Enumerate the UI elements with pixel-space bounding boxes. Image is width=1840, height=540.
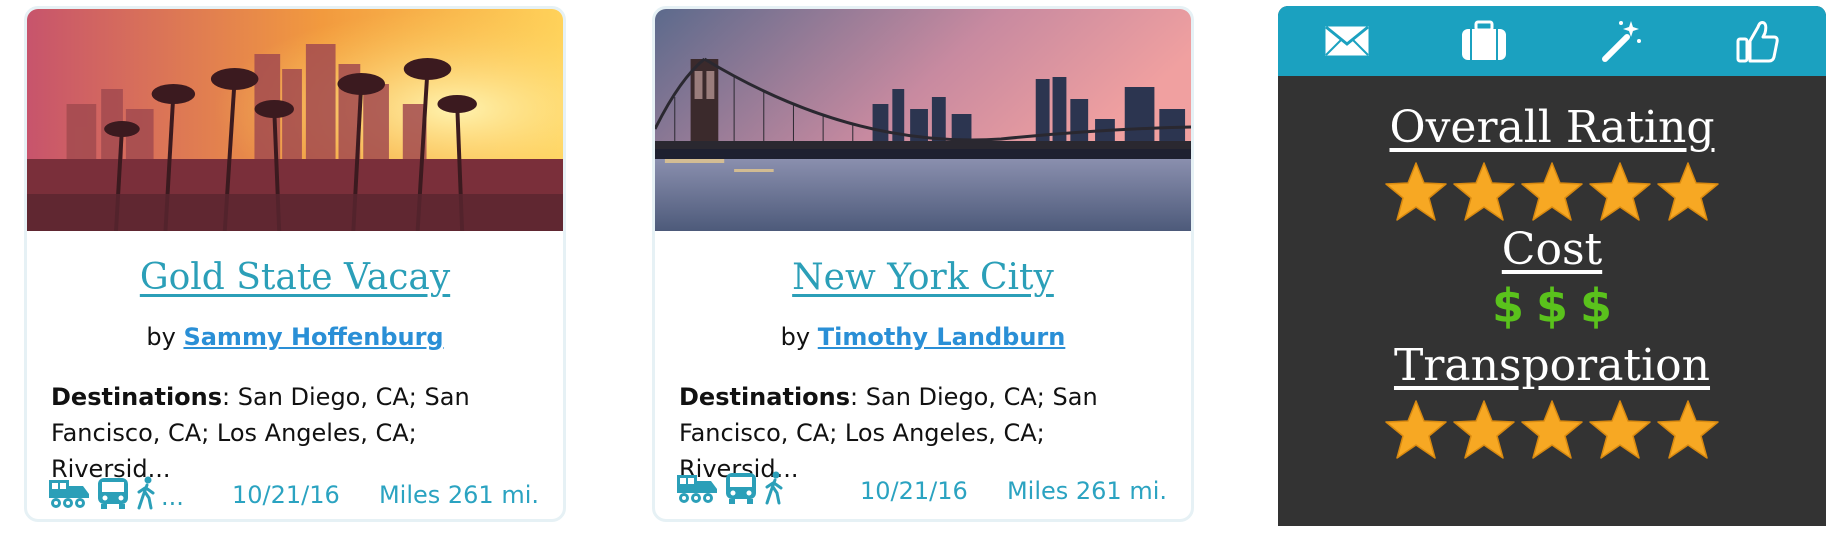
trip-footer: ... 10/21/16 Miles 261 mi. bbox=[47, 475, 543, 515]
dollar-icon: $ bbox=[1491, 279, 1524, 333]
walk-icon bbox=[763, 471, 787, 505]
star-icon bbox=[1587, 399, 1653, 465]
destinations-label: Destinations bbox=[51, 383, 223, 411]
overall-rating: Overall Rating bbox=[1278, 102, 1826, 227]
train-icon bbox=[47, 476, 91, 510]
trip-date: 10/21/16 bbox=[860, 477, 968, 505]
star-icon bbox=[1519, 161, 1585, 227]
trip-image-los-angeles[interactable] bbox=[27, 9, 563, 231]
author-link[interactable]: Timothy Landburn bbox=[818, 323, 1066, 351]
bus-icon bbox=[723, 471, 759, 505]
overall-stars bbox=[1278, 161, 1826, 227]
trip-card-new-york[interactable]: New York City by Timothy Landburn Destin… bbox=[652, 6, 1194, 522]
star-icon bbox=[1655, 161, 1721, 227]
magic-wand-icon[interactable] bbox=[1591, 11, 1651, 71]
walk-icon bbox=[135, 476, 159, 510]
transport-modes bbox=[675, 471, 787, 505]
star-icon bbox=[1383, 161, 1449, 227]
more-modes-ellipsis[interactable]: ... bbox=[161, 483, 184, 511]
cost-dollars: $ $ $ bbox=[1278, 281, 1826, 331]
star-icon bbox=[1383, 399, 1449, 465]
transport-modes: ... bbox=[47, 475, 184, 511]
trip-footer: 10/21/16 Miles 261 mi. bbox=[675, 471, 1171, 515]
trip-byline: by Timothy Landburn bbox=[655, 323, 1191, 351]
overall-rating-label: Overall Rating bbox=[1389, 102, 1715, 153]
dollar-icon: $ bbox=[1535, 279, 1568, 333]
by-label: by bbox=[146, 323, 176, 351]
transport-label: Transporation bbox=[1393, 340, 1711, 391]
author-link[interactable]: Sammy Hoffenburg bbox=[183, 323, 443, 351]
by-label: by bbox=[780, 323, 811, 351]
trip-byline: by Sammy Hoffenburg bbox=[27, 323, 563, 351]
bus-icon bbox=[95, 476, 131, 510]
star-icon bbox=[1655, 399, 1721, 465]
briefcase-icon[interactable] bbox=[1454, 11, 1514, 71]
cost-rating: Cost $ $ $ bbox=[1278, 224, 1826, 331]
trip-miles: Miles 261 mi. bbox=[378, 481, 539, 509]
trip-title[interactable]: New York City bbox=[655, 257, 1191, 298]
trip-miles: Miles 261 mi. bbox=[1006, 477, 1167, 505]
transport-rating: Transporation bbox=[1278, 340, 1826, 465]
transport-stars bbox=[1278, 399, 1826, 465]
trip-card-gold-state[interactable]: Gold State Vacay by Sammy Hoffenburg Des… bbox=[24, 6, 566, 522]
star-icon bbox=[1587, 161, 1653, 227]
trip-title[interactable]: Gold State Vacay bbox=[27, 257, 563, 298]
star-icon bbox=[1519, 399, 1585, 465]
trip-rating-panel: Overall Rating Cost $ $ $ Transporation bbox=[1278, 6, 1826, 526]
trip-image-new-york[interactable] bbox=[655, 9, 1191, 231]
train-icon bbox=[675, 471, 719, 505]
cost-label: Cost bbox=[1501, 224, 1603, 275]
panel-toolbar bbox=[1278, 6, 1826, 76]
trip-date: 10/21/16 bbox=[232, 481, 340, 509]
dollar-icon: $ bbox=[1580, 279, 1613, 333]
mail-icon[interactable] bbox=[1317, 11, 1377, 71]
destinations-label: Destinations bbox=[679, 383, 851, 411]
thumbs-up-icon[interactable] bbox=[1728, 11, 1788, 71]
star-icon bbox=[1451, 161, 1517, 227]
star-icon bbox=[1451, 399, 1517, 465]
destinations: Destinations: San Diego, CA; San Fancisc… bbox=[51, 379, 521, 487]
